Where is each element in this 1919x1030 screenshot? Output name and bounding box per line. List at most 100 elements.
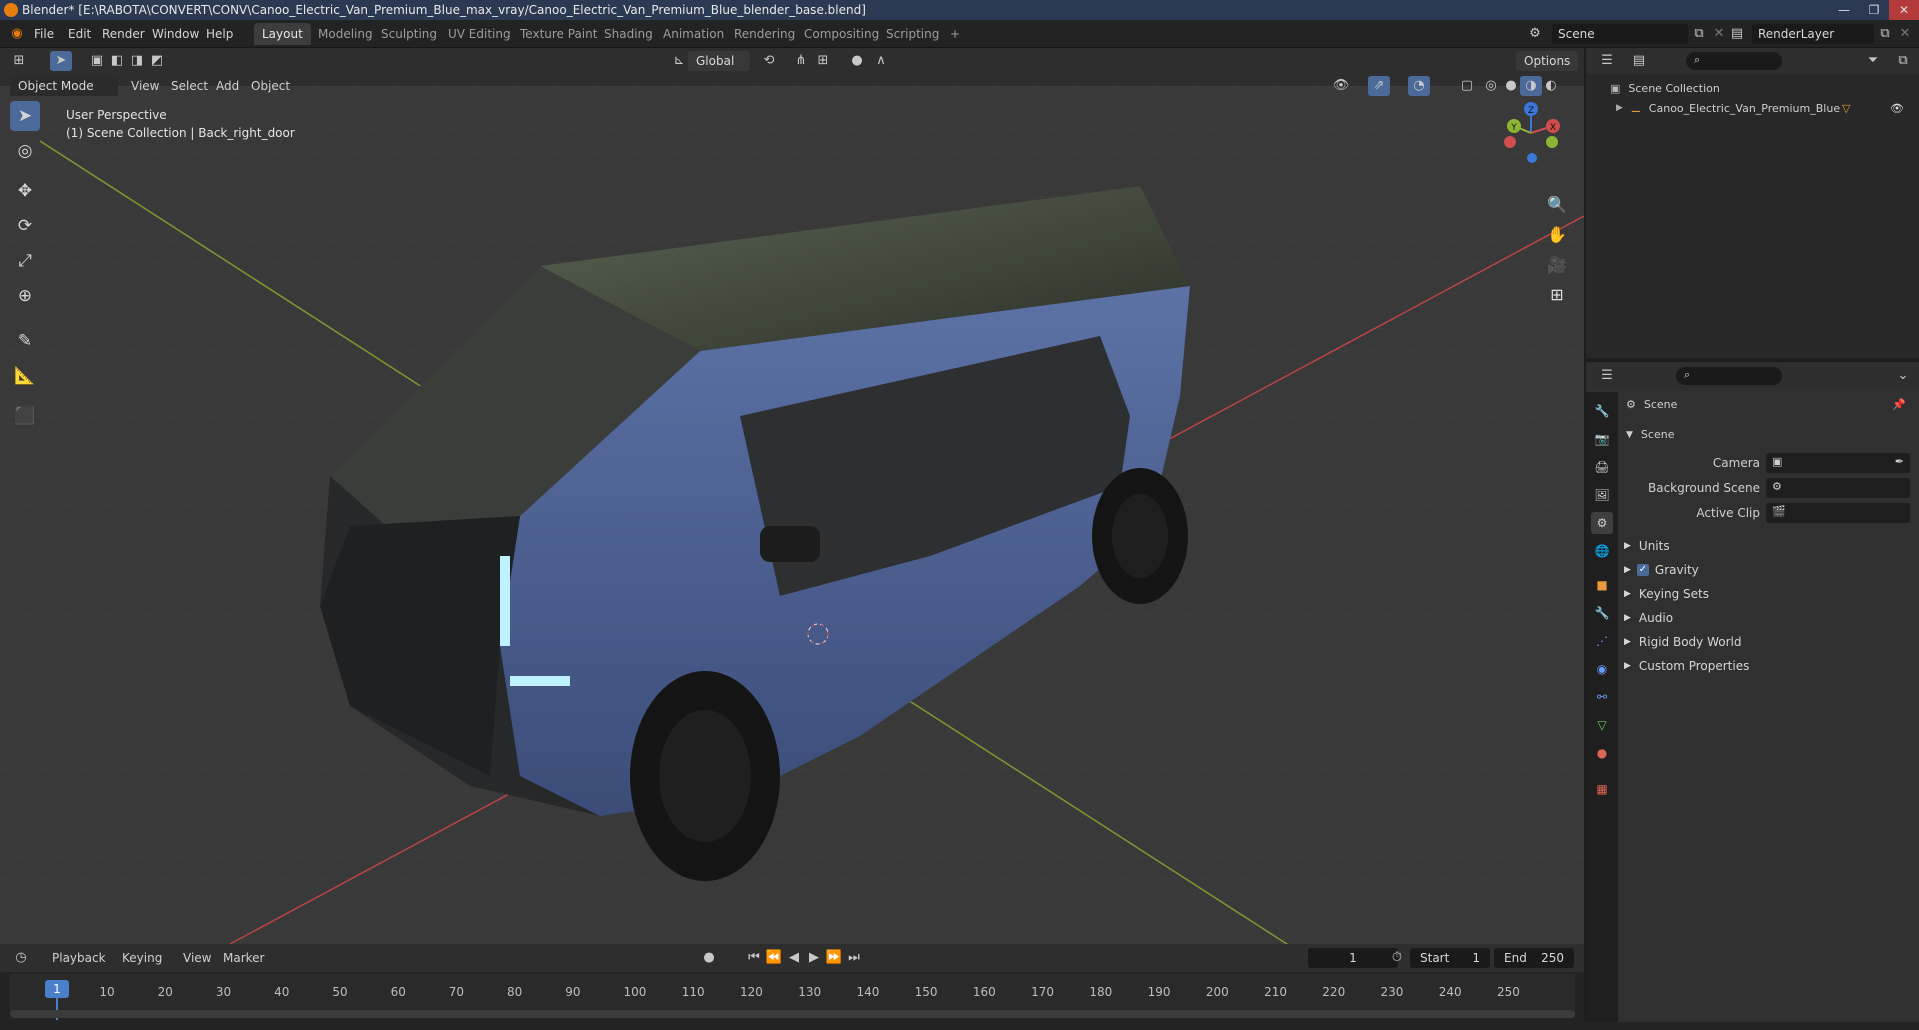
outliner-scene-collection[interactable]: ▣ Scene Collection [1610, 79, 1720, 97]
options-dropdown[interactable]: Options [1516, 51, 1578, 71]
ortho-grid-icon[interactable]: ⊞ [1544, 282, 1570, 308]
select-extend-icon[interactable]: ◧ [106, 51, 128, 71]
scale-tool[interactable]: ⤢ [10, 246, 40, 276]
measure-tool[interactable]: 📐 [10, 361, 40, 391]
world-tab-icon[interactable]: 🌐 [1591, 540, 1613, 562]
remove-layer-icon[interactable]: ✕ [1894, 24, 1916, 44]
select-subtract-icon[interactable]: ◨ [126, 51, 148, 71]
viewport-menu-add[interactable]: Add [216, 79, 239, 93]
object-mode-dropdown[interactable]: Object Mode [10, 76, 118, 96]
close-button[interactable]: ✕ [1889, 0, 1919, 20]
timeline-menu-marker[interactable]: Marker [223, 951, 264, 965]
expand-arrow-icon[interactable]: ▶ [1616, 103, 1623, 113]
eye-visibility-icon[interactable]: 👁 [1890, 102, 1904, 115]
end-frame-field[interactable]: End 250 [1494, 948, 1574, 968]
menu-file[interactable]: File [34, 27, 54, 41]
panel-audio[interactable]: ▶ Audio [1624, 611, 1673, 625]
view-layer-tab-icon[interactable]: 🖼 [1591, 484, 1613, 506]
outliner-editor-type-icon[interactable]: ☰ [1596, 51, 1618, 71]
tab-rendering[interactable]: Rendering [726, 23, 803, 45]
jump-end-icon[interactable]: ⏭ [843, 948, 865, 968]
modifier-tab-icon[interactable]: 🔧 [1591, 602, 1613, 624]
snap-target-icon[interactable]: ⊞ [812, 51, 834, 71]
select-new-icon[interactable]: ▣ [86, 51, 108, 71]
data-tab-icon[interactable]: ▽ [1591, 714, 1613, 736]
annotate-tool[interactable]: ✎ [10, 326, 40, 356]
tab-layout[interactable]: Layout [254, 23, 311, 45]
select-tool-icon[interactable]: ➤ [50, 51, 72, 71]
timeline-menu-keying[interactable]: Keying [122, 951, 162, 965]
object-tab-icon[interactable]: ■ [1591, 574, 1613, 596]
tab-sculpting[interactable]: Sculpting [373, 23, 445, 45]
zoom-icon[interactable]: 🔍 [1544, 192, 1570, 218]
play-icon[interactable]: ▶ [803, 948, 825, 968]
3d-viewport[interactable]: User Perspective (1) Scene Collection | … [0, 86, 1584, 944]
snap-icon[interactable]: ⋔ [790, 51, 812, 71]
add-cube-tool[interactable]: ⬛ [10, 401, 40, 431]
start-frame-field[interactable]: Start 1 [1410, 948, 1490, 968]
panel-gravity[interactable]: ▶ ✓ Gravity [1624, 563, 1699, 577]
blender-menu-icon[interactable]: ◉ [6, 24, 28, 44]
physics-tab-icon[interactable]: ◉ [1591, 658, 1613, 680]
tab-shading[interactable]: Shading [596, 23, 661, 45]
render-layer-field[interactable]: RenderLayer [1752, 24, 1874, 44]
scene-section-header[interactable]: ▼ Scene [1626, 428, 1674, 441]
outliner-search-input[interactable]: ⌕ [1686, 52, 1782, 70]
tab-uv-editing[interactable]: UV Editing [440, 23, 519, 45]
wireframe-shading-icon[interactable]: ◎ [1480, 76, 1502, 96]
rotate-tool[interactable]: ⟳ [10, 211, 40, 241]
xray-icon[interactable]: ▢ [1456, 76, 1478, 96]
material-tab-icon[interactable]: ● [1591, 742, 1613, 764]
properties-editor-type-icon[interactable]: ☰ [1596, 366, 1618, 386]
tool-tab-icon[interactable]: 🔧 [1591, 400, 1613, 422]
timeline-editor-type-icon[interactable]: ◷ [10, 948, 32, 968]
panel-custom-properties[interactable]: ▶ Custom Properties [1624, 659, 1749, 673]
properties-search-input[interactable]: ⌕ [1676, 367, 1782, 385]
texture-tab-icon[interactable]: ▦ [1591, 778, 1613, 800]
rendered-shading-icon[interactable]: ◐ [1540, 76, 1562, 96]
pan-hand-icon[interactable]: ✋ [1544, 222, 1570, 248]
scene-tab-icon[interactable]: ⚙ [1591, 512, 1613, 534]
visibility-icon[interactable]: 👁 [1330, 76, 1352, 96]
particles-tab-icon[interactable]: ⋰ [1591, 630, 1613, 652]
preview-range-icon[interactable]: ⏱ [1386, 948, 1408, 968]
menu-help[interactable]: Help [206, 27, 233, 41]
material-shading-icon[interactable]: ◑ [1520, 76, 1542, 96]
proportional-edit-icon[interactable]: ● [846, 51, 868, 71]
viewport-menu-select[interactable]: Select [171, 79, 208, 93]
navigation-gizmo[interactable]: Z X Y [1496, 98, 1566, 168]
gizmo-toggle-icon[interactable]: ⇗ [1368, 76, 1390, 96]
select-box-tool[interactable]: ➤ [10, 101, 40, 131]
new-layer-icon[interactable]: ⧉ [1874, 24, 1896, 44]
menu-render[interactable]: Render [102, 27, 145, 41]
transform-orientation-dropdown[interactable]: Global [688, 51, 750, 71]
current-frame-field[interactable]: 1 [1308, 948, 1398, 968]
viewport-menu-object[interactable]: Object [251, 79, 290, 93]
view-layer-icon[interactable]: ▤ [1726, 24, 1748, 44]
minimize-button[interactable]: — [1829, 0, 1859, 20]
timeline-menu-playback[interactable]: Playback [52, 951, 106, 965]
camera-view-icon[interactable]: 🎥 [1544, 252, 1570, 278]
record-icon[interactable]: ● [698, 948, 720, 968]
falloff-icon[interactable]: ∧ [870, 51, 892, 71]
eyedropper-icon[interactable]: ✒ [1895, 455, 1904, 468]
gravity-checkbox[interactable]: ✓ [1636, 564, 1649, 576]
add-workspace-button[interactable]: + [942, 23, 968, 45]
timeline-menu-view[interactable]: View [183, 951, 211, 965]
constraints-tab-icon[interactable]: ⚯ [1591, 686, 1613, 708]
properties-options-icon[interactable]: ⌄ [1892, 366, 1914, 386]
maximize-button[interactable]: ❐ [1859, 0, 1889, 20]
play-reverse-icon[interactable]: ◀ [783, 948, 805, 968]
background-scene-field[interactable]: ⚙ [1766, 478, 1910, 498]
menu-window[interactable]: Window [152, 27, 199, 41]
tab-scripting[interactable]: Scripting [878, 23, 947, 45]
overlay-toggle-icon[interactable]: ◔ [1408, 76, 1430, 96]
scene-name-field[interactable]: Scene [1552, 24, 1688, 44]
tab-animation[interactable]: Animation [655, 23, 732, 45]
display-mode-icon[interactable]: ▤ [1628, 51, 1650, 71]
render-tab-icon[interactable]: 📷 [1591, 428, 1613, 450]
jump-start-icon[interactable]: ⏮ [743, 948, 765, 968]
solid-shading-icon[interactable]: ● [1500, 76, 1522, 96]
prev-keyframe-icon[interactable]: ⏪ [763, 948, 785, 968]
scene-selector-icon[interactable]: ⚙ [1524, 24, 1546, 44]
